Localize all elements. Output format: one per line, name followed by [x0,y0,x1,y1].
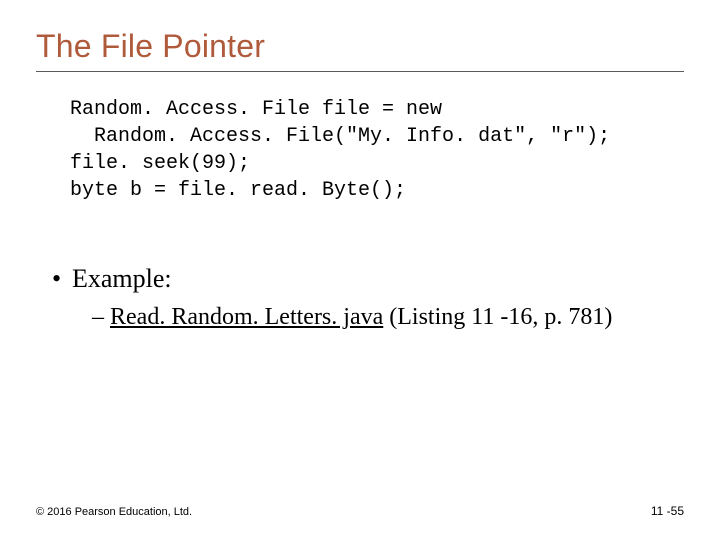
bullet-level-2: –Read. Random. Letters. java (Listing 11… [92,304,684,331]
code-block: Random. Access. File file = new Random. … [70,96,684,204]
bullet-dot-icon: • [52,264,72,294]
footer-copyright: © 2016 Pearson Education, Ltd. [36,506,192,518]
example-label: Example: [72,264,172,293]
bullet-level-1: •Example: [52,264,684,294]
slide: The File Pointer Random. Access. File fi… [0,0,720,540]
slide-title: The File Pointer [36,28,684,65]
footer-page-number: 11 -55 [651,504,684,518]
bullet-dash-icon: – [92,304,110,331]
example-link[interactable]: Read. Random. Letters. java [110,304,383,330]
example-listing: (Listing 11 -16, p. 781) [383,304,612,330]
bullet-list: •Example: –Read. Random. Letters. java (… [52,264,684,331]
title-divider [36,71,684,72]
